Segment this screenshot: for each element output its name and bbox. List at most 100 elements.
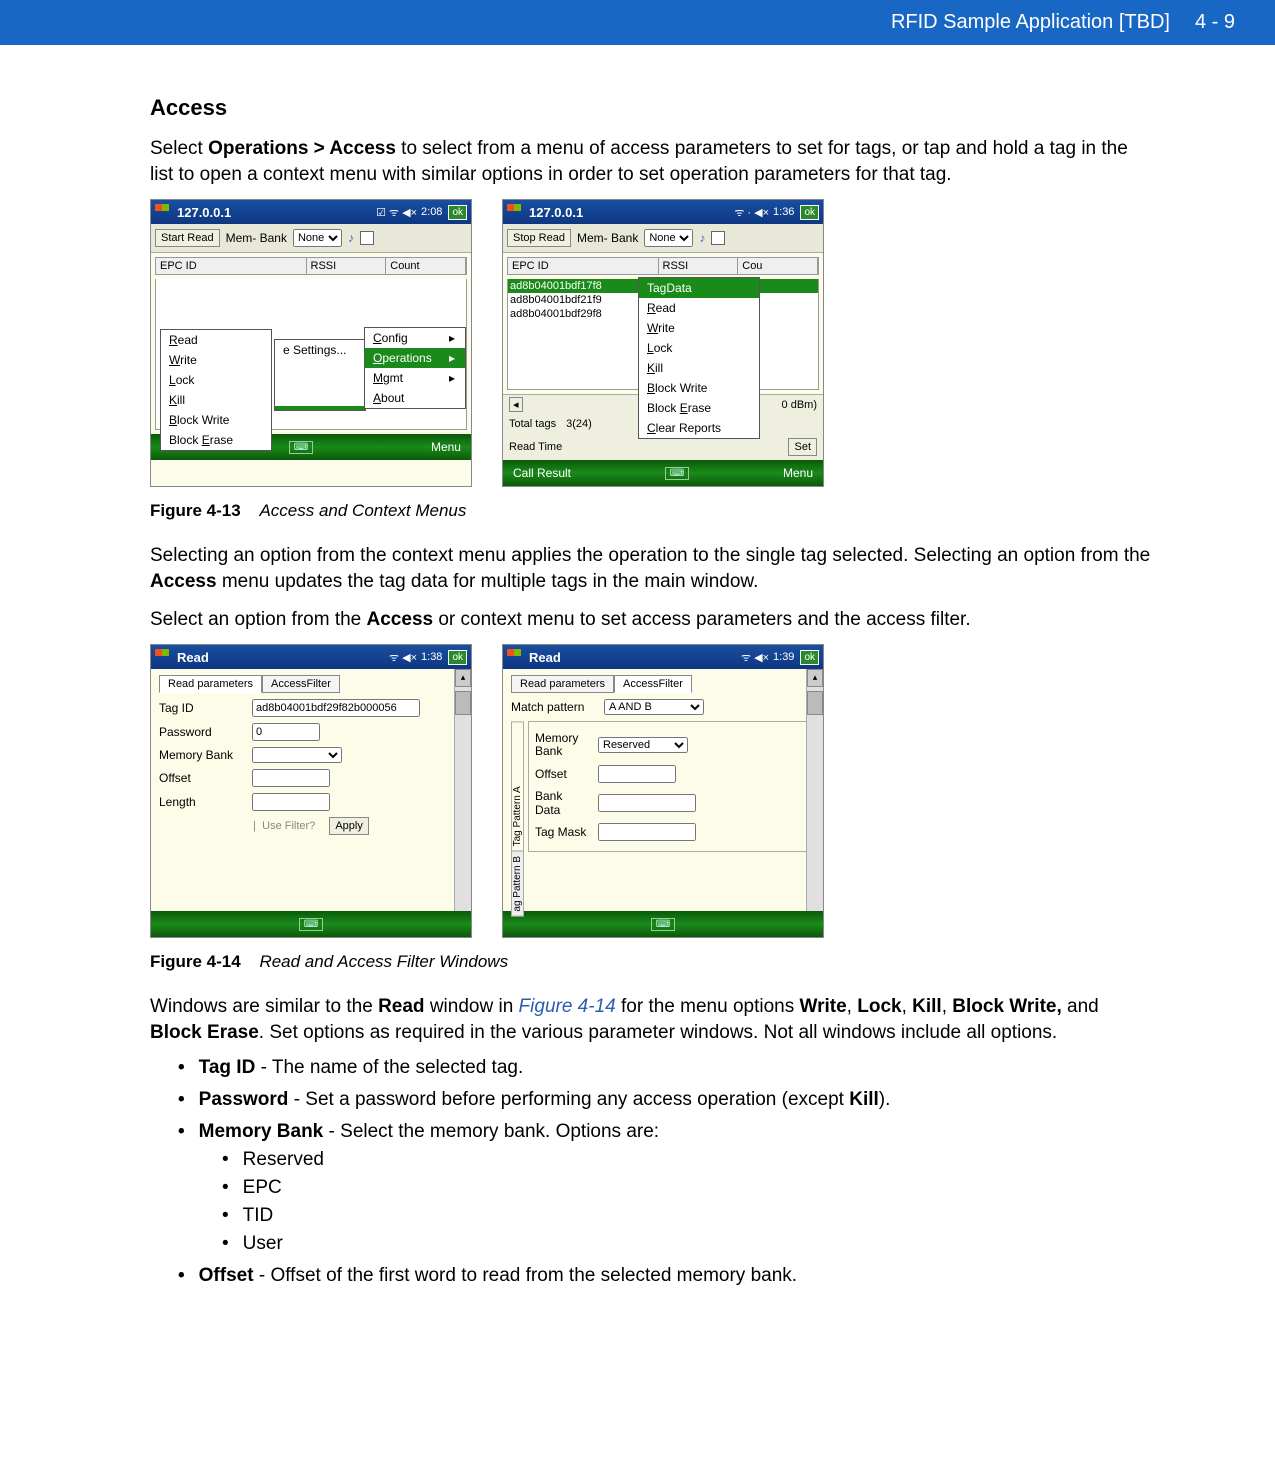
total-tags-value: 3(24) — [566, 418, 592, 430]
text: window in — [425, 996, 519, 1017]
figure-link[interactable]: Figure 4-14 — [519, 996, 616, 1017]
text: ). — [879, 1089, 891, 1110]
tag-pattern-a-tab[interactable]: Tag Pattern A — [511, 721, 524, 851]
settings-menu-fragment[interactable]: e Settings... — [274, 339, 366, 411]
menu-item-block-erase[interactable]: Block Erase — [161, 430, 271, 450]
menu-item-block-erase[interactable]: Block Erase — [639, 398, 759, 418]
length-input[interactable] — [252, 793, 330, 811]
clock: 1:36 — [773, 206, 794, 218]
match-pattern-label: Match pattern — [511, 700, 596, 714]
tab-read-parameters[interactable]: Read parameters — [159, 675, 262, 693]
figure-4-13-caption: Figure 4-13 Access and Context Menus — [150, 501, 1155, 521]
main-menu[interactable]: Config Operations Mgmt About — [364, 327, 466, 409]
call-result-softkey[interactable]: Call Result — [513, 466, 571, 480]
titlebar: Read ᯤ ◀× 1:39 ok — [503, 645, 823, 669]
keyboard-icon[interactable]: ⌨ — [665, 467, 689, 480]
memory-bank-select[interactable]: Reserved — [598, 737, 688, 753]
ok-button[interactable]: ok — [800, 205, 819, 220]
figure-number: Figure 4-13 — [150, 501, 241, 520]
paragraph: Windows are similar to the Read window i… — [150, 994, 1155, 1045]
text: Write — [800, 996, 847, 1017]
text: , — [902, 996, 913, 1017]
list-item: Memory Bank - Select the memory bank. Op… — [178, 1121, 1155, 1255]
page-header: RFID Sample Application [TBD] 4 - 9 — [0, 0, 1275, 45]
tag-id-input[interactable] — [252, 699, 420, 717]
menu-path: Operations > Access — [208, 138, 396, 159]
text: Kill — [849, 1089, 879, 1110]
windows-logo-icon — [155, 649, 171, 665]
ok-button[interactable]: ok — [800, 650, 819, 665]
set-button[interactable]: Set — [788, 438, 817, 456]
start-read-button[interactable]: Start Read — [155, 229, 220, 247]
tag-mask-input[interactable] — [598, 823, 696, 841]
dbm-label: 0 dBm) — [782, 399, 817, 411]
password-input[interactable] — [252, 723, 320, 741]
menu-item-kill[interactable]: Kill — [161, 390, 271, 410]
note-icon: ♪ — [348, 231, 354, 245]
menu-item-read[interactable]: Read — [639, 298, 759, 318]
menu-item-read[interactable]: RReadead — [161, 330, 271, 350]
menu-item-mgmt[interactable]: Mgmt — [365, 368, 465, 388]
figure-title: Read and Access Filter Windows — [259, 952, 508, 971]
col-rssi: RSSI — [307, 258, 387, 274]
tag-context-menu[interactable]: TagData Read Write Lock Kill Block Write… — [638, 277, 760, 439]
bank-data-input[interactable] — [598, 794, 696, 812]
tab-read-parameters[interactable]: Read parameters — [511, 675, 614, 693]
list-item: Offset - Offset of the first word to rea… — [178, 1265, 1155, 1287]
scroll-left[interactable]: ◂ — [509, 397, 523, 412]
checkbox[interactable] — [711, 231, 725, 245]
memory-bank-select[interactable] — [252, 747, 342, 763]
text: Kill — [912, 996, 942, 1017]
menu-item-block-write[interactable]: Block Write — [161, 410, 271, 430]
list-body: ad8b04001bdf17f8 ad8b04001bdf21f9 ad8b04… — [507, 279, 819, 390]
menu-item-config[interactable]: Config — [365, 328, 465, 348]
col-count: Count — [386, 258, 466, 274]
text: Access — [150, 571, 217, 592]
tab-access-filter[interactable]: AccessFilter — [262, 675, 340, 693]
menu-item-write[interactable]: Write — [639, 318, 759, 338]
text: Selecting an option from the context men… — [150, 545, 1150, 566]
mem-bank-select[interactable]: None — [293, 229, 342, 247]
menu-item-settings[interactable]: e Settings... — [275, 340, 365, 360]
list-header: EPC ID RSSI Count — [155, 257, 467, 275]
match-pattern-select[interactable]: A AND B — [604, 699, 704, 715]
menu-item-clear-reports[interactable]: Clear Reports — [639, 418, 759, 438]
scrollbar[interactable]: ▴ — [806, 669, 823, 911]
checkbox[interactable] — [360, 231, 374, 245]
figure-4-14-caption: Figure 4-14 Read and Access Filter Windo… — [150, 952, 1155, 972]
stop-read-button[interactable]: Stop Read — [507, 229, 571, 247]
menu-item-operations[interactable]: Operations — [365, 348, 465, 368]
memory-bank-label: Memory Bank — [159, 749, 244, 762]
apply-button[interactable]: Apply — [329, 817, 369, 835]
scrollbar[interactable]: ▴ — [454, 669, 471, 911]
menu-item-write[interactable]: Write — [161, 350, 271, 370]
keyboard-icon[interactable]: ⌨ — [299, 918, 323, 931]
menu-item-tagdata[interactable]: TagData — [639, 278, 759, 298]
opt-desc: - Set a password before performing any a… — [288, 1089, 849, 1110]
text: Block Write, — [952, 996, 1061, 1017]
tag-pattern-b-tab[interactable]: ag Pattern B — [511, 851, 524, 917]
ok-button[interactable]: ok — [448, 205, 467, 220]
list-item: Tag ID - The name of the selected tag. — [178, 1057, 1155, 1079]
ok-button[interactable]: ok — [448, 650, 467, 665]
menu-softkey[interactable]: Menu — [783, 466, 813, 480]
menu-softkey[interactable]: Menu — [431, 440, 461, 454]
offset-label: Offset — [159, 771, 244, 785]
tab-access-filter[interactable]: AccessFilter — [614, 675, 692, 693]
menu-item-lock[interactable]: Lock — [639, 338, 759, 358]
mem-bank-label: Mem- Bank — [577, 231, 638, 245]
offset-input[interactable] — [252, 769, 330, 787]
mem-bank-select[interactable]: None — [644, 229, 693, 247]
keyboard-icon[interactable]: ⌨ — [289, 441, 313, 454]
text: Block Erase — [150, 1022, 259, 1043]
menu-item-lock[interactable]: Lock — [161, 370, 271, 390]
menu-item-kill[interactable]: Kill — [639, 358, 759, 378]
access-submenu[interactable]: RReadead Write Lock Kill Block Write Blo… — [160, 329, 272, 451]
opt-desc: - Select the memory bank. Options are: — [323, 1121, 659, 1142]
menu-item-block-write[interactable]: Block Write — [639, 378, 759, 398]
keyboard-icon[interactable]: ⌨ — [651, 918, 675, 931]
col-epc: EPC ID — [508, 258, 659, 274]
offset-input[interactable] — [598, 765, 676, 783]
menu-item-about[interactable]: About — [365, 388, 465, 408]
windows-logo-icon — [507, 204, 523, 220]
